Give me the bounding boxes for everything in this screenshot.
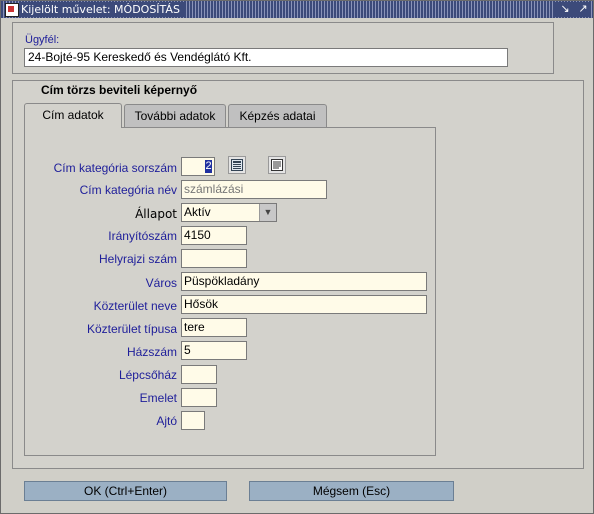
street-type-label: Közterület típusa (86, 322, 177, 336)
street-type-field[interactable]: tere (181, 318, 247, 337)
customer-panel: Ügyfél: 24-Bojté-95 Kereskedő és Vendégl… (12, 22, 554, 74)
category-name-field[interactable]: számlázási (181, 180, 327, 199)
title-bar[interactable]: Kijelölt művelet: MÓDOSÍTÁS ↘ ↗ (1, 1, 593, 18)
lot-number-field[interactable] (181, 249, 247, 268)
cancel-button[interactable]: Mégsem (Esc) (249, 481, 454, 501)
customer-field[interactable]: 24-Bojté-95 Kereskedő és Vendéglátó Kft. (24, 48, 508, 67)
window-title: Kijelölt művelet: MÓDOSÍTÁS (21, 2, 186, 17)
category-number-field[interactable]: 2 (181, 157, 215, 176)
door-label: Ajtó (156, 414, 177, 428)
tab-training-data[interactable]: Képzés adatai (228, 104, 327, 127)
status-label: Állapot (135, 207, 177, 221)
lot-number-label: Helyrajzi szám (98, 252, 177, 266)
chevron-down-icon[interactable]: ▼ (259, 204, 276, 221)
ok-button[interactable]: OK (Ctrl+Enter) (24, 481, 227, 501)
zip-label: Irányítószám (108, 229, 177, 243)
dialog-window: Kijelölt művelet: MÓDOSÍTÁS ↘ ↗ Ügyfél: … (0, 0, 594, 514)
door-field[interactable] (181, 411, 205, 430)
category-number-label: Cím kategória sorszám (53, 161, 177, 175)
staircase-label: Lépcsőház (118, 368, 177, 382)
tab-content: Cím kategória sorszám 2 Cím kategória né… (24, 127, 436, 456)
city-field[interactable]: Püspökladány (181, 272, 427, 291)
floor-field[interactable] (181, 388, 217, 407)
tab-additional-data[interactable]: További adatok (124, 104, 226, 127)
staircase-field[interactable] (181, 365, 217, 384)
customer-label: Ügyfél: (25, 34, 60, 46)
window-controls: ↘ ↗ (555, 2, 589, 17)
status-select[interactable]: Aktív ▼ (181, 203, 277, 222)
street-name-field[interactable]: Hősök (181, 295, 427, 314)
minimize-icon[interactable]: ↘ (559, 2, 571, 16)
floor-label: Emelet (139, 391, 177, 405)
tab-address-data[interactable]: Cím adatok (24, 103, 122, 128)
zip-field[interactable]: 4150 (181, 226, 247, 245)
status-value: Aktív (184, 205, 211, 219)
house-number-label: Házszám (126, 345, 177, 359)
city-label: Város (145, 276, 177, 290)
category-number-value: 2 (205, 160, 212, 174)
street-name-label: Közterület neve (93, 299, 177, 313)
house-number-field[interactable]: 5 (181, 341, 247, 360)
notepad-icon[interactable] (268, 156, 286, 174)
section-title: Cím törzs beviteli képernyő (41, 83, 198, 97)
list-lookup-icon[interactable] (228, 156, 246, 174)
category-name-label: Cím kategória név (79, 183, 177, 197)
address-panel: Cím törzs beviteli képernyő Cím adatok T… (12, 80, 584, 469)
maximize-icon[interactable]: ↗ (577, 2, 589, 16)
app-icon (5, 3, 19, 17)
